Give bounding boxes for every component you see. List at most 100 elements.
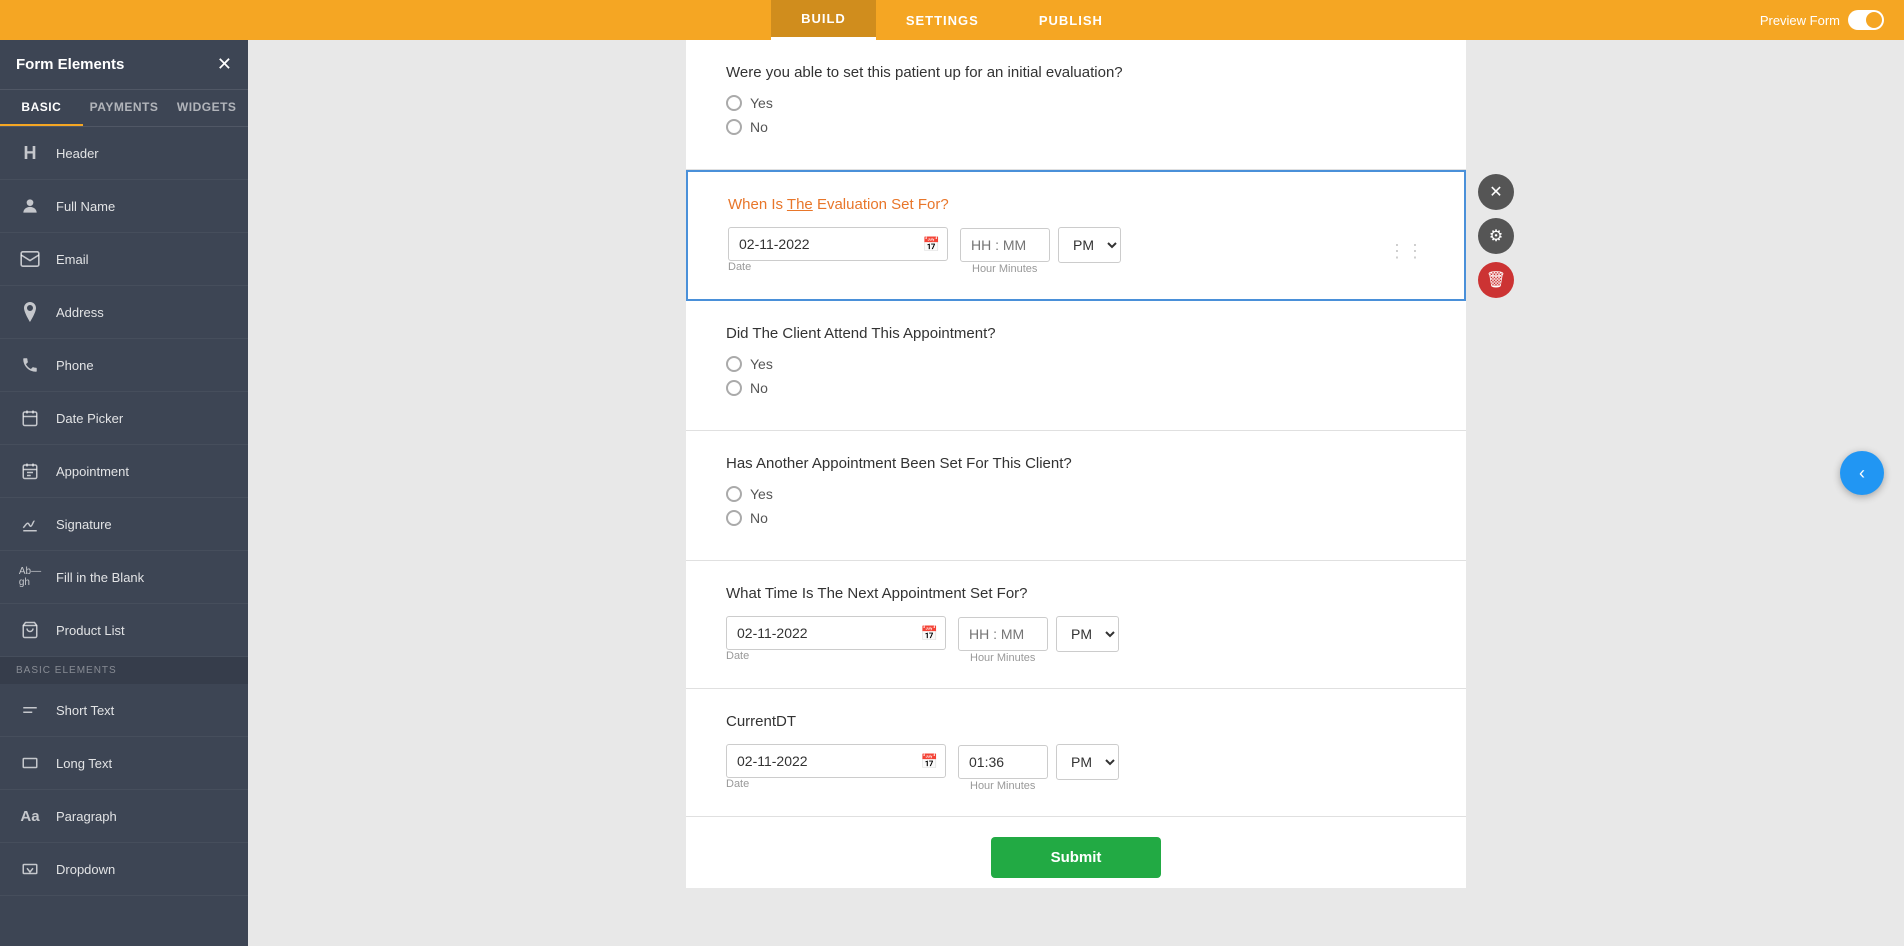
time-inputs-eval: PM AM xyxy=(960,227,1121,263)
sidebar-item-longtext[interactable]: Long Text xyxy=(0,737,248,790)
date-input-wrap-next-appt: 📅 xyxy=(726,616,946,650)
sidebar-item-email-label: Email xyxy=(56,252,89,267)
float-back-button[interactable]: ‹ xyxy=(1840,451,1884,495)
question-next-appt-time: What Time Is The Next Appointment Set Fo… xyxy=(726,585,1426,602)
ampm-select-next-appt[interactable]: PM AM xyxy=(1056,616,1119,652)
form-content-area: Were you able to set this patient up for… xyxy=(248,40,1904,946)
dropdown-icon xyxy=(16,855,44,883)
radio-circle-no-attend[interactable] xyxy=(726,380,742,396)
sidebar-item-signature-label: Signature xyxy=(56,517,112,532)
radio-no-another-appt[interactable]: No xyxy=(726,510,1426,526)
sidebar-item-productlist-label: Product List xyxy=(56,623,125,638)
time-hhmm-next-appt[interactable] xyxy=(958,617,1048,651)
section-client-attend: Did The Client Attend This Appointment? … xyxy=(686,301,1466,431)
sidebar-item-shorttext[interactable]: Short Text xyxy=(0,684,248,737)
time-hhmm-eval[interactable] xyxy=(960,228,1050,262)
sidebar-header: Form Elements ✕ xyxy=(0,40,248,90)
sidebar-tab-payments[interactable]: PAYMENTS xyxy=(83,90,166,126)
tab-publish[interactable]: PUBLISH xyxy=(1009,0,1133,40)
email-icon xyxy=(16,245,44,273)
radio-yes-attend-label: Yes xyxy=(750,356,773,372)
sidebar-item-datepicker[interactable]: Date Picker xyxy=(0,392,248,445)
radio-circle-no[interactable] xyxy=(726,119,742,135)
radio-circle-yes[interactable] xyxy=(726,95,742,111)
sidebar-item-phone-label: Phone xyxy=(56,358,94,373)
header-icon: H xyxy=(16,139,44,167)
sidebar-title: Form Elements xyxy=(16,56,124,73)
datetime-row-eval: 📅 Date PM AM Hour Minutes xyxy=(728,227,1424,275)
gear-section-btn[interactable]: ⚙ xyxy=(1478,218,1514,254)
close-section-btn[interactable]: ✕ xyxy=(1478,174,1514,210)
sidebar-item-address[interactable]: Address xyxy=(0,286,248,339)
section-initial-eval: Were you able to set this patient up for… xyxy=(686,40,1466,170)
ampm-select-eval[interactable]: PM AM xyxy=(1058,227,1121,263)
calendar-icon-next-appt[interactable]: 📅 xyxy=(921,625,938,642)
fullname-icon xyxy=(16,192,44,220)
radio-no-attend[interactable]: No xyxy=(726,380,1426,396)
radio-no-another-appt-label: No xyxy=(750,510,768,526)
sidebar-item-fullname[interactable]: Full Name xyxy=(0,180,248,233)
question-initial-eval: Were you able to set this patient up for… xyxy=(726,64,1426,81)
radio-yes-another-appt-label: Yes xyxy=(750,486,773,502)
time-hhmm-currentdt[interactable] xyxy=(958,745,1048,779)
radio-no-label: No xyxy=(750,119,768,135)
date-input-next-appt[interactable] xyxy=(726,616,946,650)
sidebar-item-dropdown[interactable]: Dropdown xyxy=(0,843,248,896)
radio-yes-another-appt[interactable]: Yes xyxy=(726,486,1426,502)
radio-no-attend-label: No xyxy=(750,380,768,396)
ampm-select-currentdt[interactable]: PM AM xyxy=(1056,744,1119,780)
nav-tabs: BUILD SETTINGS PUBLISH xyxy=(771,0,1133,40)
section-currentdt: CurrentDT 📅 Date PM xyxy=(686,689,1466,817)
sidebar: Form Elements ✕ BASIC PAYMENTS WIDGETS H… xyxy=(0,40,248,946)
sidebar-item-address-label: Address xyxy=(56,305,104,320)
calendar-icon-currentdt[interactable]: 📅 xyxy=(921,753,938,770)
sidebar-item-header-label: Header xyxy=(56,146,99,161)
radio-group-initial-eval: Yes No xyxy=(726,95,1426,135)
submit-wrap: Submit xyxy=(686,817,1466,888)
radio-circle-yes-another-appt[interactable] xyxy=(726,486,742,502)
date-input-currentdt[interactable] xyxy=(726,744,946,778)
delete-section-btn[interactable]: 🗑 xyxy=(1478,262,1514,298)
sidebar-item-fillinblank[interactable]: Ab—gh Fill in the Blank xyxy=(0,551,248,604)
form-wrapper: Were you able to set this patient up for… xyxy=(686,40,1466,946)
sidebar-item-email[interactable]: Email xyxy=(0,233,248,286)
preview-toggle-switch[interactable] xyxy=(1848,10,1884,30)
sidebar-item-appointment[interactable]: Appointment xyxy=(0,445,248,498)
radio-circle-yes-attend[interactable] xyxy=(726,356,742,372)
date-label-currentdt: Date xyxy=(726,778,946,790)
sidebar-item-signature[interactable]: Signature xyxy=(0,498,248,551)
sidebar-item-fullname-label: Full Name xyxy=(56,199,115,214)
tab-settings[interactable]: SETTINGS xyxy=(876,0,1009,40)
radio-yes-label: Yes xyxy=(750,95,773,111)
sidebar-item-paragraph[interactable]: Aa Paragraph xyxy=(0,790,248,843)
date-input-wrap-currentdt: 📅 xyxy=(726,744,946,778)
sidebar-item-fillinblank-label: Fill in the Blank xyxy=(56,570,144,585)
radio-circle-no-another-appt[interactable] xyxy=(726,510,742,526)
signature-icon xyxy=(16,510,44,538)
sidebar-item-productlist[interactable]: Product List xyxy=(0,604,248,657)
radio-yes-initial-eval[interactable]: Yes xyxy=(726,95,1426,111)
drag-handle-eval[interactable]: ⋮⋮ xyxy=(1388,241,1424,262)
sidebar-item-appointment-label: Appointment xyxy=(56,464,129,479)
calendar-icon-eval[interactable]: 📅 xyxy=(923,236,940,253)
sidebar-item-dropdown-label: Dropdown xyxy=(56,862,115,877)
radio-no-initial-eval[interactable]: No xyxy=(726,119,1426,135)
section-next-appt-time: What Time Is The Next Appointment Set Fo… xyxy=(686,561,1466,689)
sidebar-tab-widgets[interactable]: WIDGETS xyxy=(165,90,248,126)
date-input-eval[interactable] xyxy=(728,227,948,261)
question-evaluation-date: When Is The Evaluation Set For? xyxy=(728,196,1424,213)
section-another-appt: Has Another Appointment Been Set For Thi… xyxy=(686,431,1466,561)
sidebar-close-icon[interactable]: ✕ xyxy=(217,54,232,75)
submit-button[interactable]: Submit xyxy=(991,837,1162,878)
time-label-next-appt: Hour Minutes xyxy=(970,652,1119,664)
date-label-next-appt: Date xyxy=(726,650,946,662)
radio-yes-attend[interactable]: Yes xyxy=(726,356,1426,372)
datepicker-icon xyxy=(16,404,44,432)
sidebar-item-phone[interactable]: Phone xyxy=(0,339,248,392)
back-icon: ‹ xyxy=(1859,463,1865,484)
sidebar-tab-basic[interactable]: BASIC xyxy=(0,90,83,126)
sidebar-item-header[interactable]: H Header xyxy=(0,127,248,180)
tab-build[interactable]: BUILD xyxy=(771,0,876,40)
sidebar-items-list: H Header Full Name Email xyxy=(0,127,248,946)
datetime-row-currentdt: 📅 Date PM AM Hour Minutes xyxy=(726,744,1426,792)
